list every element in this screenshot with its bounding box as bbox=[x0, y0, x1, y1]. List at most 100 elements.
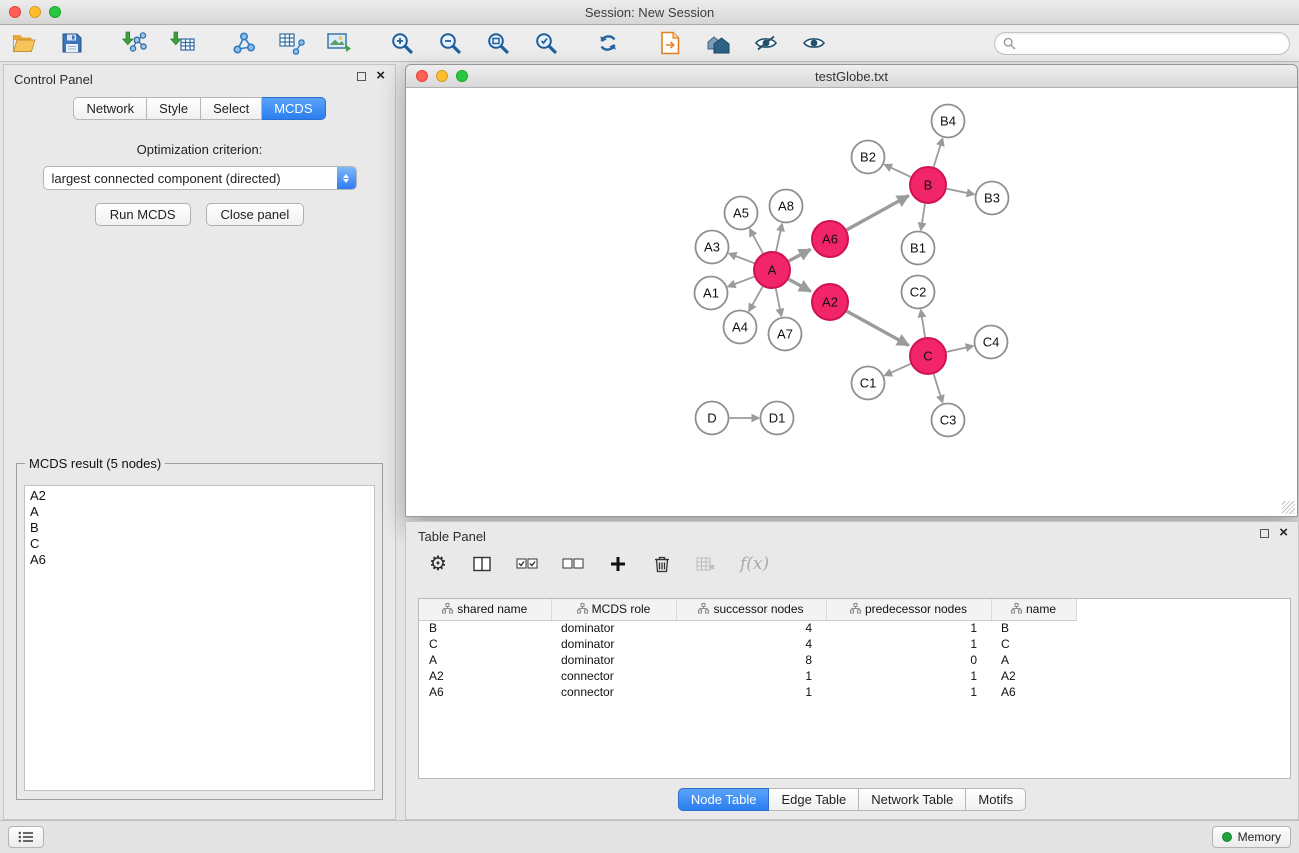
zoom-fit-button[interactable] bbox=[482, 28, 514, 58]
minimize-window-button[interactable] bbox=[29, 6, 41, 18]
tab-mcds[interactable]: MCDS bbox=[262, 97, 325, 120]
apply-layout-button[interactable] bbox=[592, 28, 624, 58]
task-history-button[interactable] bbox=[8, 826, 44, 848]
add-column-button[interactable] bbox=[608, 556, 628, 572]
network-minimize-button[interactable] bbox=[436, 70, 448, 82]
table-cell[interactable]: 1 bbox=[826, 684, 991, 700]
zoom-selected-button[interactable] bbox=[530, 28, 562, 58]
network-close-button[interactable] bbox=[416, 70, 428, 82]
graph-edge-B-B1[interactable] bbox=[921, 204, 925, 230]
column-header-shared-name[interactable]: shared name bbox=[419, 599, 551, 620]
table-cell[interactable]: dominator bbox=[551, 652, 676, 668]
memory-button[interactable]: Memory bbox=[1212, 826, 1291, 848]
table-row[interactable]: Adominator80A bbox=[419, 652, 1076, 668]
delete-column-button[interactable] bbox=[652, 555, 672, 573]
tab-edge-table[interactable]: Edge Table bbox=[769, 788, 859, 811]
table-cell[interactable]: B bbox=[991, 620, 1076, 636]
table-cell[interactable]: dominator bbox=[551, 620, 676, 636]
run-mcds-button[interactable]: Run MCDS bbox=[95, 203, 191, 226]
save-session-button[interactable] bbox=[56, 28, 88, 58]
column-header-successor-nodes[interactable]: successor nodes bbox=[676, 599, 826, 620]
table-cell[interactable]: C bbox=[419, 636, 551, 652]
table-row[interactable]: Bdominator41B bbox=[419, 620, 1076, 636]
table-cell[interactable]: A bbox=[419, 652, 551, 668]
zoom-in-button[interactable] bbox=[386, 28, 418, 58]
network-window-title-bar[interactable]: testGlobe.txt bbox=[406, 65, 1297, 88]
column-header-MCDS-role[interactable]: MCDS role bbox=[551, 599, 676, 620]
network-zoom-button[interactable] bbox=[456, 70, 468, 82]
table-cell[interactable]: A2 bbox=[991, 668, 1076, 684]
graph-edge-B-B4[interactable] bbox=[934, 139, 943, 167]
table-cell[interactable]: 1 bbox=[826, 636, 991, 652]
table-cell[interactable]: connector bbox=[551, 684, 676, 700]
graph-edge-B-B3[interactable] bbox=[947, 189, 974, 195]
table-cell[interactable]: 0 bbox=[826, 652, 991, 668]
network-graph[interactable]: B4B2BB3A5A8A6B1A3AC2A1A2A4A7C4CC1C3DD1 bbox=[407, 89, 1298, 517]
graph-edge-A2-C[interactable] bbox=[847, 311, 909, 345]
select-all-button[interactable] bbox=[516, 557, 538, 571]
open-session-button[interactable] bbox=[8, 28, 40, 58]
hide-button[interactable] bbox=[750, 28, 782, 58]
search-input[interactable] bbox=[1022, 37, 1281, 51]
float-table-panel-icon[interactable] bbox=[1260, 529, 1269, 538]
table-row[interactable]: A2connector11A2 bbox=[419, 668, 1076, 684]
graph-edge-B-B2[interactable] bbox=[885, 165, 911, 177]
table-cell[interactable]: 1 bbox=[676, 684, 826, 700]
table-cell[interactable]: A2 bbox=[419, 668, 551, 684]
close-table-panel-icon[interactable]: × bbox=[1279, 528, 1288, 538]
table-settings-button[interactable]: ⚙ bbox=[428, 554, 448, 574]
graph-edge-A-A3[interactable] bbox=[729, 254, 754, 264]
table-cell[interactable]: 8 bbox=[676, 652, 826, 668]
table-cell[interactable]: A6 bbox=[419, 684, 551, 700]
graph-edge-A6-B[interactable] bbox=[847, 196, 909, 230]
table-cell[interactable]: 4 bbox=[676, 620, 826, 636]
column-header-name[interactable]: name bbox=[991, 599, 1076, 620]
table-cell[interactable]: connector bbox=[551, 668, 676, 684]
table-cell[interactable]: dominator bbox=[551, 636, 676, 652]
new-network-button[interactable] bbox=[228, 28, 260, 58]
graph-edge-A-A1[interactable] bbox=[728, 277, 754, 287]
import-network-button[interactable] bbox=[118, 28, 150, 58]
tab-select[interactable]: Select bbox=[201, 97, 262, 120]
graph-edge-A-A8[interactable] bbox=[776, 224, 782, 251]
graph-edge-A-A6[interactable] bbox=[789, 249, 811, 261]
table-cell[interactable]: 1 bbox=[826, 620, 991, 636]
tab-network[interactable]: Network bbox=[73, 97, 147, 120]
graph-edge-A-A7[interactable] bbox=[776, 289, 782, 316]
import-table-button[interactable] bbox=[166, 28, 198, 58]
graph-edge-C-C2[interactable] bbox=[921, 310, 925, 337]
table-cell[interactable]: C bbox=[991, 636, 1076, 652]
show-button[interactable] bbox=[798, 28, 830, 58]
graph-edge-A-A4[interactable] bbox=[749, 287, 763, 311]
zoom-window-button[interactable] bbox=[49, 6, 61, 18]
deselect-all-button[interactable] bbox=[562, 557, 584, 571]
tab-node-table[interactable]: Node Table bbox=[678, 788, 770, 811]
first-neighbors-button[interactable] bbox=[654, 28, 686, 58]
result-item[interactable]: A2 bbox=[25, 488, 374, 504]
home-button[interactable] bbox=[702, 28, 734, 58]
table-cell[interactable]: 1 bbox=[826, 668, 991, 684]
table-cell[interactable]: A bbox=[991, 652, 1076, 668]
column-header-predecessor-nodes[interactable]: predecessor nodes bbox=[826, 599, 991, 620]
close-panel-button[interactable]: Close panel bbox=[206, 203, 305, 226]
table-cell[interactable]: 4 bbox=[676, 636, 826, 652]
tab-motifs[interactable]: Motifs bbox=[966, 788, 1026, 811]
result-item[interactable]: C bbox=[25, 536, 374, 552]
criterion-dropdown[interactable]: largest connected component (directed) bbox=[43, 166, 357, 190]
table-cell[interactable]: B bbox=[419, 620, 551, 636]
table-row[interactable]: Cdominator41C bbox=[419, 636, 1076, 652]
show-columns-button[interactable] bbox=[472, 556, 492, 572]
table-cell[interactable]: 1 bbox=[676, 668, 826, 684]
graph-edge-C-C1[interactable] bbox=[885, 364, 911, 376]
table-row[interactable]: A6connector11A6 bbox=[419, 684, 1076, 700]
result-item[interactable]: B bbox=[25, 520, 374, 536]
graph-edge-C-C3[interactable] bbox=[934, 374, 943, 402]
export-image-button[interactable] bbox=[324, 28, 356, 58]
window-resize-grip[interactable] bbox=[1282, 501, 1295, 514]
global-search-field[interactable] bbox=[994, 32, 1290, 55]
close-panel-icon[interactable]: × bbox=[376, 71, 385, 81]
table-cell[interactable]: A6 bbox=[991, 684, 1076, 700]
graph-edge-A-A2[interactable] bbox=[789, 279, 811, 291]
graph-edge-C-C4[interactable] bbox=[947, 346, 973, 352]
result-item[interactable]: A bbox=[25, 504, 374, 520]
